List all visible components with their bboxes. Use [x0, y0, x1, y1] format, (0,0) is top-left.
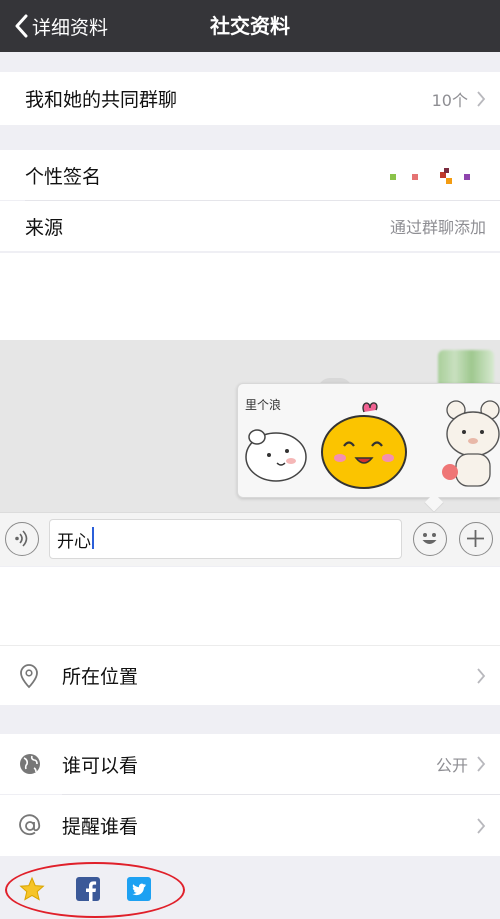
mention-label: 提醒谁看	[62, 816, 139, 838]
chevron-right-icon	[477, 817, 486, 834]
navbar: 详细资料 社交资料	[0, 0, 500, 52]
plus-icon	[467, 530, 484, 547]
common-groups-row[interactable]: 我和她的共同群聊 10个	[0, 72, 500, 125]
visibility-label: 谁可以看	[62, 754, 139, 777]
emoji-icon	[422, 533, 437, 544]
location-label: 所在位置	[62, 666, 139, 688]
visibility-row[interactable]: 谁可以看 公开	[0, 734, 500, 794]
visibility-value: 公开	[435, 756, 468, 775]
highlight-circle	[5, 862, 185, 918]
mention-row[interactable]: 提醒谁看	[0, 795, 500, 856]
blank-area	[0, 253, 500, 340]
chat-input-field[interactable]	[49, 519, 402, 559]
location-row[interactable]: 所在位置	[0, 645, 500, 705]
sticker-caption: 里个浪	[245, 398, 282, 412]
page-title: 社交资料	[210, 14, 290, 38]
signature-row: 个性签名	[0, 150, 500, 200]
common-groups-count: 10个	[431, 90, 468, 110]
voice-button[interactable]	[5, 522, 39, 556]
voice-icon	[15, 530, 28, 547]
chevron-right-icon	[477, 90, 486, 107]
source-value: 通过群聊添加	[389, 218, 486, 237]
sticker-bear[interactable]	[442, 398, 500, 490]
common-groups-label: 我和她的共同群聊	[25, 89, 178, 111]
signature-emoji-icon	[390, 168, 470, 184]
signature-label: 个性签名	[25, 165, 102, 188]
at-icon	[19, 813, 41, 835]
sticker-yellow-chick[interactable]	[318, 400, 410, 492]
sticker-white-bear[interactable]	[243, 415, 309, 485]
emoji-button[interactable]	[413, 522, 447, 556]
text-caret	[92, 527, 94, 549]
globe-icon	[20, 754, 40, 774]
source-label: 来源	[25, 216, 64, 239]
blank-area-lower	[0, 567, 500, 645]
chat-input-text: 开心	[57, 532, 91, 552]
chevron-right-icon	[477, 756, 486, 772]
location-pin-icon	[20, 663, 38, 688]
source-row: 来源 通过群聊添加	[0, 201, 500, 251]
chevron-right-icon	[477, 667, 486, 684]
plus-button[interactable]	[459, 522, 493, 556]
